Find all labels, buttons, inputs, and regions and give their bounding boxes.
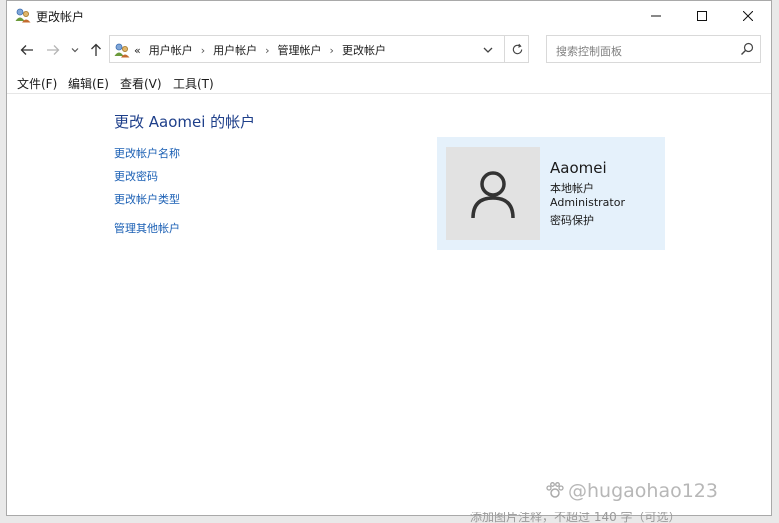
minimize-button[interactable]: [633, 1, 679, 31]
menu-file[interactable]: 文件(F): [17, 75, 57, 92]
chevron-right-icon[interactable]: ›: [201, 44, 205, 57]
image-caption: 添加图片注释，不超过 140 字（可选）: [470, 512, 770, 523]
chevron-down-icon[interactable]: [480, 42, 496, 58]
avatar: [446, 147, 540, 240]
account-protection: 密码保护: [550, 214, 594, 227]
page-title: 更改 Aaomei 的帐户: [114, 113, 256, 131]
watermark: @hugaohao123: [545, 480, 718, 502]
forward-button[interactable]: [43, 40, 63, 60]
minimize-icon: [651, 15, 661, 17]
chevron-right-icon[interactable]: ›: [265, 44, 269, 57]
refresh-button[interactable]: [504, 36, 529, 62]
breadcrumb-overflow[interactable]: «: [134, 44, 141, 57]
paw-icon: [546, 482, 564, 498]
address-bar[interactable]: « 用户帐户 › 用户帐户 › 管理帐户 › 更改帐户: [109, 35, 529, 63]
breadcrumb: « 用户帐户 › 用户帐户 › 管理帐户 › 更改帐户: [134, 42, 386, 58]
chevron-down-icon: [71, 48, 79, 53]
maximize-button[interactable]: [679, 1, 725, 31]
breadcrumb-item[interactable]: 管理帐户: [278, 42, 322, 58]
chevron-right-icon[interactable]: ›: [330, 44, 334, 57]
change-account-type-link[interactable]: 更改帐户类型: [114, 191, 180, 207]
image-caption-text: 添加图片注释，不超过 140 字（可选）: [470, 512, 681, 523]
account-role: Administrator: [550, 196, 625, 209]
change-password-link[interactable]: 更改密码: [114, 168, 158, 184]
close-button[interactable]: [725, 1, 771, 31]
window-title: 更改帐户: [36, 10, 85, 24]
account-card: Aaomei 本地帐户 Administrator 密码保护: [437, 137, 665, 250]
account-type: 本地帐户: [550, 182, 594, 195]
arrow-up-icon: [91, 43, 101, 56]
watermark-text: @hugaohao123: [568, 480, 718, 502]
user-icon: [471, 170, 515, 218]
menu-tools[interactable]: 工具(T): [173, 75, 214, 92]
maximize-icon: [697, 11, 707, 21]
change-name-link[interactable]: 更改帐户名称: [114, 145, 180, 161]
up-button[interactable]: [87, 40, 105, 60]
recent-locations-button[interactable]: [69, 40, 81, 60]
menu-view[interactable]: 查看(V): [120, 75, 162, 92]
navigation-bar: « 用户帐户 › 用户帐户 › 管理帐户 › 更改帐户 搜索控制面板: [7, 35, 771, 65]
search-box[interactable]: 搜索控制面板: [546, 35, 761, 63]
breadcrumb-item[interactable]: 用户帐户: [213, 42, 257, 58]
breadcrumb-item[interactable]: 更改帐户: [342, 42, 386, 58]
manage-other-accounts-link[interactable]: 管理其他帐户: [114, 220, 180, 236]
title-bar: 更改帐户: [7, 1, 771, 31]
close-icon: [743, 11, 753, 21]
menu-bar: 文件(F) 编辑(E) 查看(V) 工具(T): [7, 73, 771, 94]
search-input[interactable]: 搜索控制面板: [556, 43, 622, 59]
account-name: Aaomei: [550, 159, 607, 177]
breadcrumb-item[interactable]: 用户帐户: [149, 42, 193, 58]
users-icon: [15, 8, 31, 23]
menu-edit[interactable]: 编辑(E): [68, 75, 109, 92]
window: 更改帐户 « 用户帐户 › 用户帐户 › 管理帐户 › 更改帐户 搜索控制面板 …: [6, 0, 772, 516]
users-icon: [114, 43, 130, 58]
search-icon[interactable]: [740, 42, 754, 56]
arrow-left-icon: [20, 45, 33, 55]
arrow-right-icon: [47, 45, 60, 55]
back-button[interactable]: [17, 40, 37, 60]
refresh-icon: [512, 43, 522, 54]
